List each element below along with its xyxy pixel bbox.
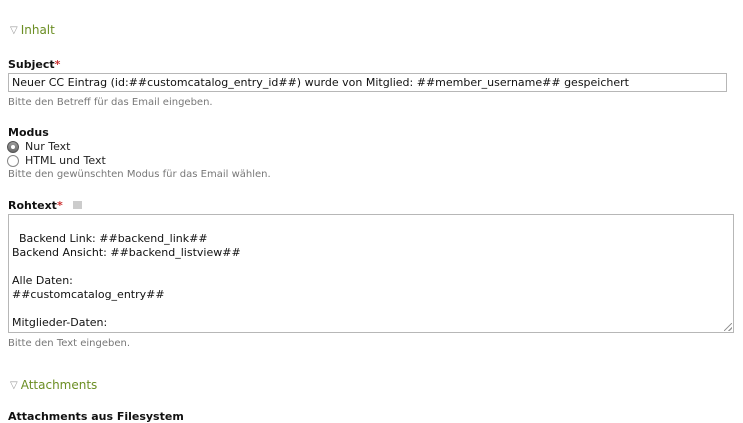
subject-label: Subject* xyxy=(8,58,60,71)
rohtext-label-text: Rohtext xyxy=(8,199,57,212)
rohtext-help: Bitte den Text eingeben. xyxy=(8,338,131,349)
required-marker: * xyxy=(54,58,61,71)
subject-help: Bitte den Betreff für das Email eingeben… xyxy=(8,97,213,108)
radio-nur-text[interactable]: Nur Text xyxy=(7,140,70,153)
section-legend-inhalt[interactable]: ▽ Inhalt xyxy=(10,23,55,37)
radio-button-checked[interactable] xyxy=(7,140,19,153)
required-marker: * xyxy=(56,199,63,212)
rohtext-value: Backend Link: ##backend_link## Backend A… xyxy=(12,232,241,332)
radio-label-html-und-text: HTML und Text xyxy=(25,154,106,167)
collapse-triangle-icon: ▽ xyxy=(10,379,18,391)
subject-input[interactable]: Neuer CC Eintrag (id:##customcatalog_ent… xyxy=(8,73,727,92)
rohtext-label: Rohtext* xyxy=(8,199,82,212)
collapse-triangle-icon: ▽ xyxy=(10,24,18,36)
subject-label-text: Subject xyxy=(8,58,55,71)
rohtext-textarea[interactable]: Backend Link: ##backend_link## Backend A… xyxy=(8,214,734,333)
radio-label-nur-text: Nur Text xyxy=(25,140,71,153)
resize-grip-icon[interactable] xyxy=(724,323,732,331)
radio-html-und-text[interactable]: HTML und Text xyxy=(7,154,106,167)
section-title-attachments: Attachments xyxy=(20,378,98,392)
modus-help: Bitte den gewünschten Modus für das Emai… xyxy=(8,169,271,180)
section-legend-attachments[interactable]: ▽ Attachments xyxy=(10,378,97,392)
modus-label: Modus xyxy=(8,126,49,139)
section-divider xyxy=(102,385,736,386)
radio-button-unchecked[interactable] xyxy=(7,154,19,167)
insert-tag-icon[interactable] xyxy=(72,201,82,209)
section-title-inhalt: Inhalt xyxy=(20,23,55,37)
section-divider xyxy=(64,30,736,31)
